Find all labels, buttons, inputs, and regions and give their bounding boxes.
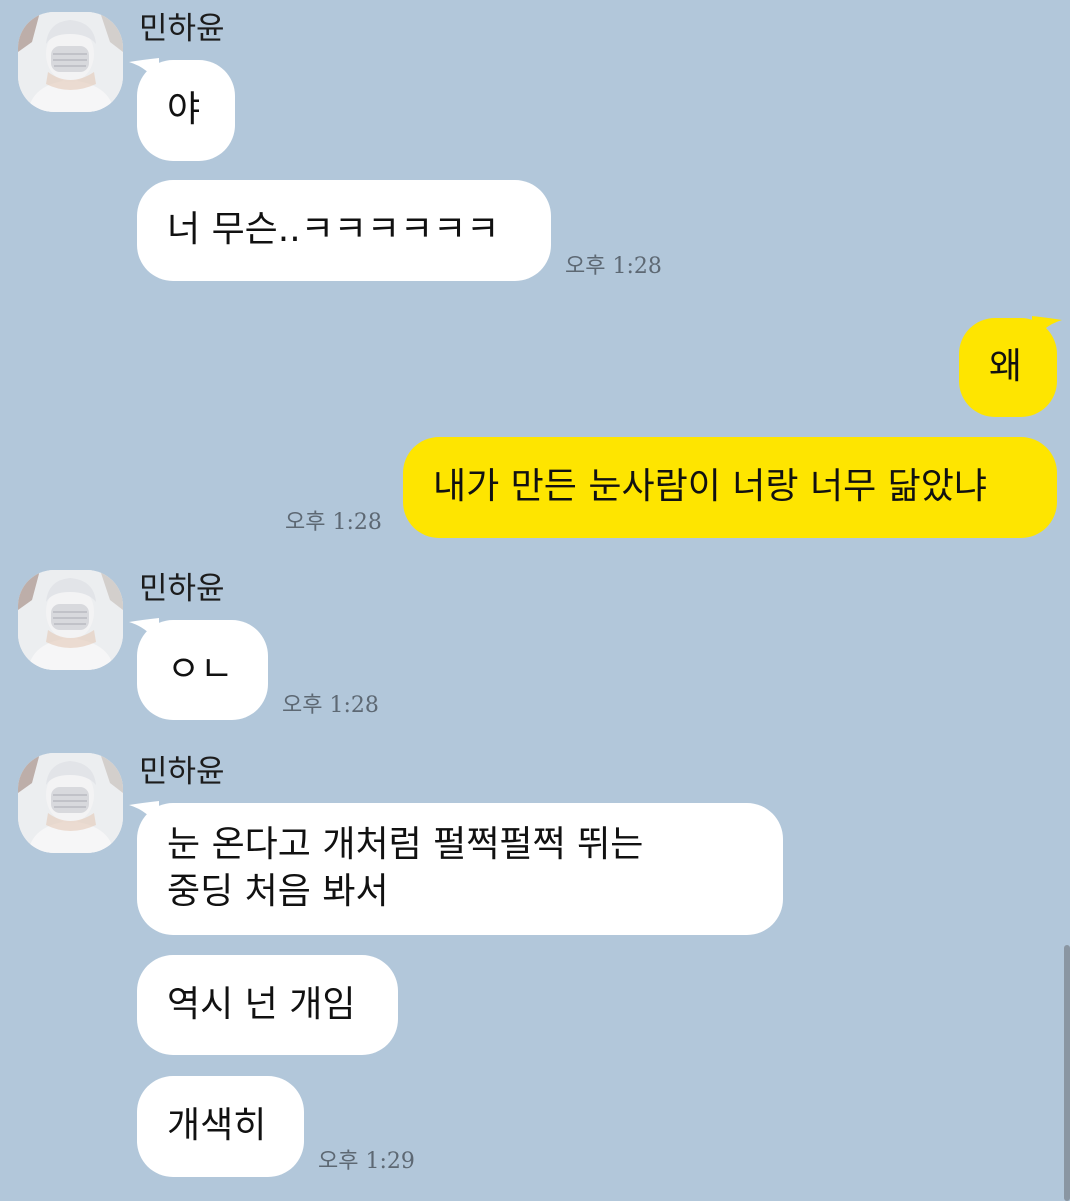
message-text: 역시 넌 개임: [167, 983, 356, 1025]
sender-name: 민하윤: [139, 571, 225, 607]
message-text: 야: [167, 89, 201, 131]
message-bubble[interactable]: 야: [137, 60, 235, 161]
profile-photo-icon: [18, 753, 123, 853]
message-time: 오후 1:28: [565, 254, 662, 279]
message-bubble[interactable]: 눈 온다고 개처럼 펄쩍펄쩍 뛰는 중딩 처음 봐서: [137, 803, 783, 935]
sender-name: 민하윤: [139, 11, 225, 47]
scrollbar[interactable]: [1064, 945, 1070, 1201]
profile-photo-icon: [18, 12, 123, 112]
avatar[interactable]: [18, 570, 123, 670]
message-text: 내가 만든 눈사람이 너랑 너무 닮았냐: [433, 466, 988, 508]
message-bubble[interactable]: 개색히: [137, 1076, 304, 1177]
message-text: 개색히: [167, 1105, 267, 1147]
profile-photo-icon: [18, 570, 123, 670]
message-time: 오후 1:29: [318, 1149, 415, 1174]
message-time: 오후 1:28: [285, 510, 382, 535]
message-bubble[interactable]: 내가 만든 눈사람이 너랑 너무 닮았냐: [403, 437, 1057, 538]
message-text-line: 눈 온다고 개처럼 펄쩍펄쩍 뛰는: [167, 824, 644, 866]
message-text: ㅇㄴ: [167, 648, 234, 690]
message-bubble[interactable]: 역시 넌 개임: [137, 955, 398, 1055]
avatar[interactable]: [18, 12, 123, 112]
message-bubble[interactable]: ㅇㄴ: [137, 620, 268, 720]
message-time: 오후 1:28: [282, 693, 379, 718]
message-bubble[interactable]: 왜: [959, 318, 1057, 417]
sender-name: 민하윤: [139, 754, 225, 790]
message-text: 왜: [989, 346, 1023, 388]
avatar[interactable]: [18, 753, 123, 853]
message-text-line: 중딩 처음 봐서: [167, 871, 389, 912]
message-text: 너 무슨..ㅋㅋㅋㅋㅋㅋ: [167, 209, 500, 251]
message-bubble[interactable]: 너 무슨..ㅋㅋㅋㅋㅋㅋ: [137, 180, 551, 281]
